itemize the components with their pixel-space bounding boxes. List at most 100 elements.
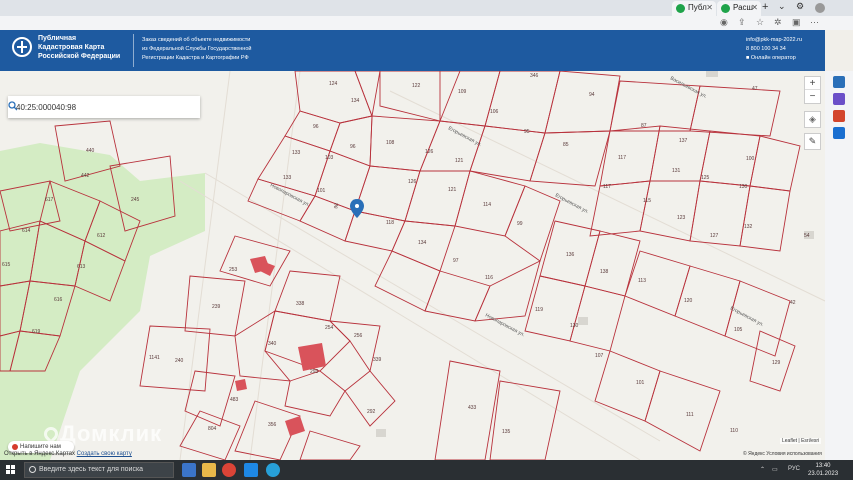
taskbar-search-input[interactable]: Введите здесь текст для поиска: [24, 462, 174, 478]
share-icon[interactable]: ⇪: [738, 17, 746, 28]
lot-label: 442: [81, 173, 90, 179]
outbuildings: [376, 71, 814, 437]
lot-label: 131: [672, 168, 681, 174]
lot-label: 615: [2, 262, 11, 268]
lot-label: 804: [208, 426, 217, 432]
lot-label: 87: [641, 123, 647, 129]
lot-label: 108: [386, 140, 395, 146]
info-line: Регистрации Кадастра и Картографии РФ: [142, 55, 249, 61]
lot-label: 612: [97, 233, 106, 239]
tab-label: Расш: [733, 3, 753, 12]
tray-arrow-icon[interactable]: ⌃: [760, 466, 765, 473]
create-map-link[interactable]: Создать свою карту: [77, 451, 132, 457]
lot-label: 94: [589, 92, 595, 98]
open-in-yandex-link[interactable]: Открыть в Яндекс.Картах: [4, 451, 75, 457]
close-icon[interactable]: ✕: [706, 3, 713, 12]
outlook-icon[interactable]: [833, 127, 845, 139]
info-line: из Федеральной Службы Государственной: [142, 46, 252, 52]
extension-puzzle-icon[interactable]: ✲: [774, 17, 782, 28]
location-icon[interactable]: ◉: [720, 17, 728, 28]
file-explorer-icon[interactable]: [202, 463, 216, 477]
lot-label: 103: [325, 155, 334, 161]
lot-label: 433: [468, 405, 477, 411]
store-icon[interactable]: [244, 463, 258, 477]
taskbar-clock[interactable]: 13:40 23.01.2023: [808, 462, 838, 478]
edge-icon[interactable]: [266, 463, 280, 477]
new-tab-icon[interactable]: +: [762, 1, 768, 13]
lot-label: 126: [408, 179, 417, 185]
keyboard-language[interactable]: РУС: [788, 466, 800, 472]
yandex-maps-links: Открыть в Яндекс.Картах Создать свою кар…: [4, 451, 132, 457]
lot-label: 98: [333, 202, 340, 209]
search-icon[interactable]: [8, 101, 18, 111]
lot-label: 122: [412, 83, 421, 89]
network-icon[interactable]: ▭: [772, 466, 778, 473]
lot-label: 111: [686, 412, 694, 418]
lot-label: 121: [455, 158, 464, 164]
layers-icon[interactable]: ◈: [804, 111, 821, 128]
zoom-out-button[interactable]: −: [805, 90, 820, 103]
lot-label: 117: [603, 184, 611, 190]
lot-label: 256: [354, 333, 363, 339]
site-brand[interactable]: Публичная Кадастровая Карта Российской Ф…: [38, 34, 138, 61]
bookmark-star-icon[interactable]: ☆: [756, 17, 764, 28]
zoom-in-button[interactable]: +: [805, 77, 820, 90]
lot-label: 338: [296, 301, 305, 307]
street-label: Егорьевская ул.: [729, 305, 764, 328]
lot-label: 109: [458, 89, 467, 95]
phone-link[interactable]: 8 800 100 34 34: [746, 45, 802, 54]
tab-list-icon[interactable]: ⌄: [778, 1, 786, 12]
lot-label: 292: [367, 409, 376, 415]
lot-label: 138: [600, 269, 609, 275]
lot-label: 99: [517, 221, 523, 227]
lot-label: 134: [351, 98, 360, 104]
browser-tab[interactable]: Расш ✕: [717, 1, 761, 16]
lot-label: 254: [325, 325, 334, 331]
browser-tabstrip: Публ ✕ Расш ✕ + ⌄ ⚙: [0, 0, 853, 16]
sidebar-icon[interactable]: ▣: [792, 17, 801, 28]
chrome-icon[interactable]: [222, 463, 236, 477]
lot-label: 97: [453, 258, 459, 264]
lot-label: 101: [317, 188, 326, 194]
lot-label: 356: [268, 422, 277, 428]
operator-link[interactable]: ■ Онлайн оператор: [746, 54, 802, 63]
watermark: Домклик: [60, 421, 163, 446]
cadastral-search: [8, 96, 200, 118]
lot-label: 106: [490, 109, 499, 115]
browser-tab[interactable]: Публ ✕: [672, 1, 716, 16]
lot-label: 253: [229, 267, 238, 273]
lot-label: 132: [744, 224, 753, 230]
header-contacts: info@pkk-map-2022.ru 8 800 100 34 34 ■ О…: [746, 36, 802, 63]
lot-label: 1141: [149, 355, 160, 361]
lot-label: 239: [212, 304, 221, 310]
lot-label: 96: [350, 144, 356, 150]
cadastral-map[interactable]: 124 134 122 109 346 106 94 95 85 96 133 …: [0, 71, 853, 460]
lot-label: 136: [566, 252, 575, 258]
lot-label: 135: [502, 429, 511, 435]
location-marker-icon[interactable]: [350, 199, 364, 218]
lot-label: 105: [734, 327, 743, 333]
lot-label: 346: [530, 73, 539, 79]
search-input[interactable]: [16, 100, 176, 114]
lot-label: 126: [425, 149, 434, 155]
windows-start-icon[interactable]: [6, 465, 16, 475]
lot-label: 85: [563, 142, 569, 148]
email-link[interactable]: info@pkk-map-2022.ru: [746, 36, 802, 45]
lot-label: 117: [618, 155, 626, 161]
office-icon[interactable]: [833, 110, 845, 122]
lot-label: 130: [739, 184, 748, 190]
task-view-icon[interactable]: [182, 463, 196, 477]
info-line: Заказ сведений об объекте недвижимости: [142, 37, 251, 43]
close-icon[interactable]: ✕: [751, 3, 758, 12]
extensions-icon[interactable]: ⚙: [796, 1, 804, 12]
brand-line: Публичная: [38, 35, 77, 42]
menu-icon[interactable]: ⋯: [810, 17, 819, 28]
map-attribution[interactable]: Leaflet | Esri/esri: [780, 438, 822, 444]
ruler-icon[interactable]: ✎: [804, 133, 821, 150]
profile-avatar-icon[interactable]: [815, 3, 825, 13]
map-attribution-2[interactable]: © Яндекс Условия использования: [743, 451, 822, 457]
map-canvas[interactable]: 124 134 122 109 346 106 94 95 85 96 133 …: [0, 71, 853, 460]
globe-logo-icon[interactable]: [12, 37, 32, 57]
search-sidebar-icon[interactable]: [833, 76, 845, 88]
copilot-icon[interactable]: [833, 93, 845, 105]
